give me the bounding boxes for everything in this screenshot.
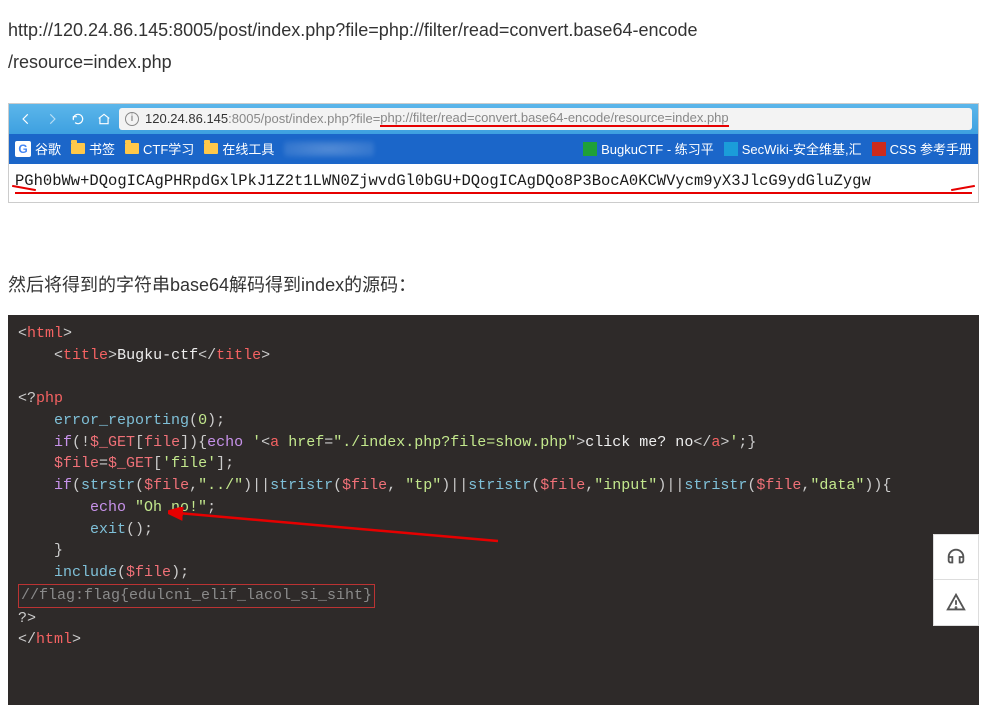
browser-window: i 120.24.86.145:8005/post/index.php?file…: [8, 103, 979, 203]
bookmark-folder-tools[interactable]: 在线工具: [204, 139, 274, 158]
description-text: 然后将得到的字符串base64解码得到index的源码：: [8, 271, 979, 297]
nav-reload-button[interactable]: [67, 108, 89, 130]
site-icon: [724, 142, 738, 156]
bookmark-css[interactable]: CSS 参考手册: [872, 139, 972, 158]
code-var: $file: [342, 477, 387, 494]
code-fn: include: [54, 564, 117, 581]
folder-icon: [71, 143, 85, 154]
address-path: :8005/post/index.php?file=: [228, 111, 380, 126]
address-host: 120.24.86.145: [145, 111, 228, 126]
code-fn: stristr: [270, 477, 333, 494]
browser-nav-row: i 120.24.86.145:8005/post/index.php?file…: [9, 104, 978, 134]
code-str: ': [252, 434, 261, 451]
flag-comment: //flag:flag{edulcni_elif_lacol_si_siht}: [21, 587, 372, 604]
base64-text: PGh0bWw+DQogICAgPHRpdGxlPkJ1Z2t1LWN0Zjwv…: [15, 172, 871, 190]
code-var: $_GET: [108, 455, 153, 472]
site-icon: [872, 142, 886, 156]
code-str: "Oh no!": [135, 499, 207, 516]
google-icon: G: [15, 141, 31, 157]
side-action-buttons: [933, 534, 979, 626]
code-link-text: click me? no: [585, 434, 693, 451]
bookmark-label: 书签: [89, 139, 115, 158]
flag-comment-box: //flag:flag{edulcni_elif_lacol_si_siht}: [18, 584, 375, 608]
code-str: 'file': [162, 455, 216, 472]
code-href: "./index.php?file=show.php": [333, 434, 576, 451]
annotation-arrow: [168, 507, 508, 547]
bookmark-label: 在线工具: [222, 139, 274, 158]
code-var: $_GET: [90, 434, 135, 451]
bookmark-google[interactable]: G 谷歌: [15, 139, 61, 158]
bookmark-folder-ctf[interactable]: CTF学习: [125, 139, 194, 158]
address-bar[interactable]: i 120.24.86.145:8005/post/index.php?file…: [119, 108, 972, 130]
code-var: $file: [756, 477, 801, 494]
bookmark-label: CSS 参考手册: [890, 139, 972, 158]
code-var: $file: [540, 477, 585, 494]
site-icon: [583, 142, 597, 156]
bookmark-label: 谷歌: [35, 139, 61, 158]
bookmark-folder-bookmarks[interactable]: 书签: [71, 139, 115, 158]
payload-url-text: http://120.24.86.145:8005/post/index.php…: [8, 14, 979, 79]
payload-url-line2: /resource=index.php: [8, 52, 172, 72]
decoded-source-code: <html> <title>Bugku-ctf</title> <?php er…: [8, 315, 979, 705]
code-fn: strstr: [81, 477, 135, 494]
support-button[interactable]: [933, 534, 979, 580]
address-highlighted: php://filter/read=convert.base64-encode/…: [380, 110, 728, 127]
code-fn: stristr: [684, 477, 747, 494]
annotation-underline: [15, 192, 972, 194]
report-button[interactable]: [933, 580, 979, 626]
code-fn: error_reporting: [54, 412, 189, 429]
bookmarks-bar: G 谷歌 书签 CTF学习 在线工具 BugkuCTF - 练习平: [9, 134, 978, 164]
nav-forward-button[interactable]: [41, 108, 63, 130]
folder-icon: [204, 143, 218, 154]
code-str: "input": [594, 477, 657, 494]
site-info-icon[interactable]: i: [125, 112, 139, 126]
code-title-text: Bugku-ctf: [117, 347, 198, 364]
code-fn: stristr: [468, 477, 531, 494]
bookmark-label: BugkuCTF - 练习平: [601, 139, 714, 158]
page-content-base64: PGh0bWw+DQogICAgPHRpdGxlPkJ1Z2t1LWN0Zjwv…: [9, 164, 978, 192]
nav-back-button[interactable]: [15, 108, 37, 130]
code-arg: 0: [198, 412, 207, 429]
bookmark-label: SecWiki-安全维基,汇: [742, 139, 862, 158]
payload-url-line1: http://120.24.86.145:8005/post/index.php…: [8, 20, 698, 40]
code-var: $file: [54, 455, 99, 472]
bookmark-blurred: [284, 141, 374, 157]
code-key: file: [144, 434, 180, 451]
code-str: "data": [810, 477, 864, 494]
bookmark-secwiki[interactable]: SecWiki-安全维基,汇: [724, 139, 862, 158]
code-fn: exit: [90, 521, 126, 538]
bookmark-bugku[interactable]: BugkuCTF - 练习平: [583, 139, 714, 158]
nav-home-button[interactable]: [93, 108, 115, 130]
code-var: $file: [126, 564, 171, 581]
code-str: "tp": [405, 477, 441, 494]
code-str: "../": [198, 477, 243, 494]
bookmark-label: CTF学习: [143, 139, 194, 158]
folder-icon: [125, 143, 139, 154]
code-var: $file: [144, 477, 189, 494]
